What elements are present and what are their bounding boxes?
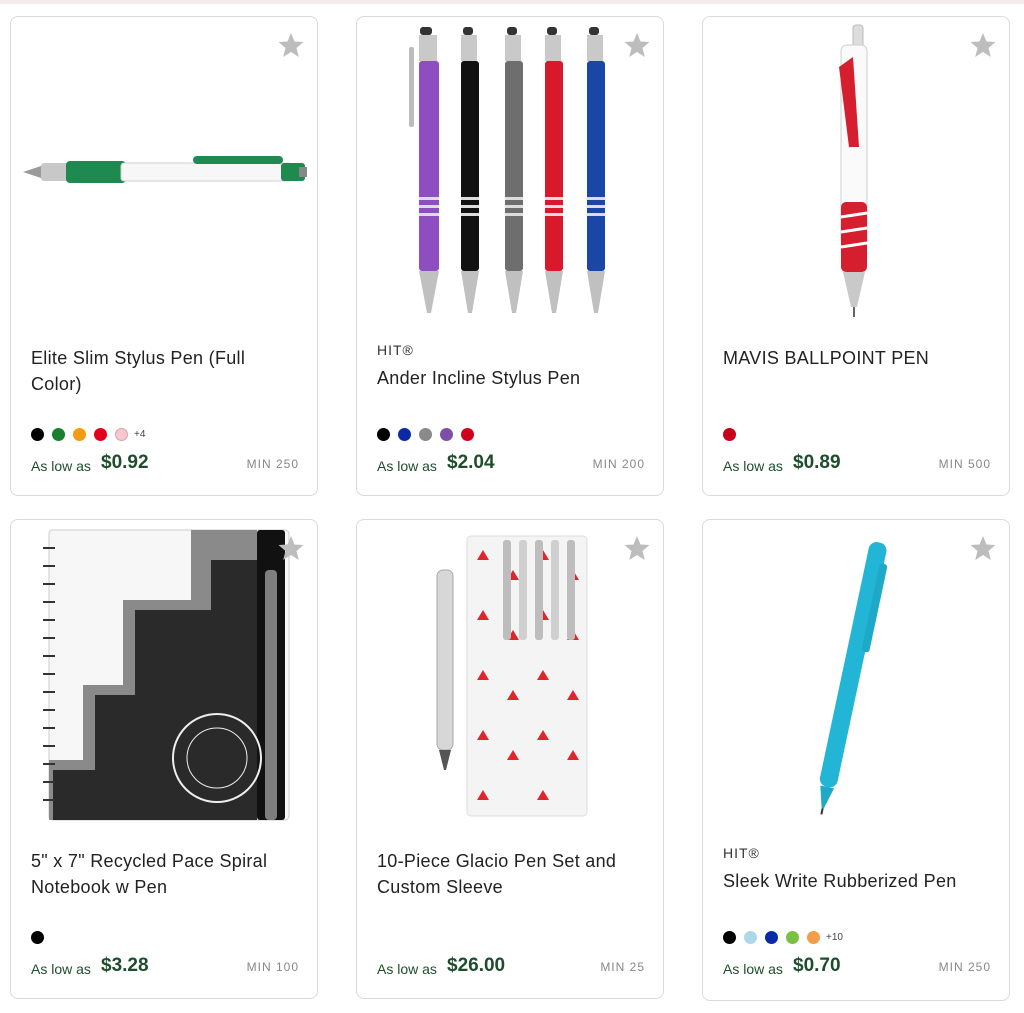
more-colors-count[interactable]: +10 bbox=[826, 932, 843, 943]
color-swatches: +4 bbox=[31, 426, 145, 442]
min-quantity: MIN 500 bbox=[938, 457, 991, 471]
as-low-as-label: As low as bbox=[31, 961, 91, 977]
price: $3.28 bbox=[101, 955, 149, 976]
color-swatch[interactable] bbox=[31, 930, 44, 944]
min-quantity: MIN 25 bbox=[600, 960, 645, 974]
as-low-as-label: As low as bbox=[723, 961, 783, 977]
pen-white-red-image[interactable] bbox=[703, 17, 1009, 327]
color-swatch[interactable] bbox=[807, 930, 820, 944]
min-quantity: MIN 200 bbox=[592, 457, 645, 471]
pen-teal-image[interactable] bbox=[703, 520, 1009, 830]
price-row: As low as $26.00 MIN 25 bbox=[377, 955, 645, 979]
product-card[interactable]: HIT® Sleek Write Rubberized Pen +10 As l… bbox=[702, 519, 1010, 1001]
color-swatch[interactable] bbox=[398, 427, 411, 441]
color-swatch[interactable] bbox=[73, 427, 86, 441]
as-low-as-label: As low as bbox=[723, 458, 783, 474]
as-low-as-label: As low as bbox=[31, 458, 91, 474]
star-icon[interactable] bbox=[623, 31, 651, 59]
color-swatch[interactable] bbox=[744, 930, 757, 944]
color-swatches: +10 bbox=[723, 929, 843, 945]
star-icon[interactable] bbox=[277, 534, 305, 562]
as-low-as-label: As low as bbox=[377, 458, 437, 474]
product-name[interactable]: Sleek Write Rubberized Pen bbox=[723, 868, 988, 894]
as-low-as-label: As low as bbox=[377, 961, 437, 977]
more-colors-count[interactable]: +4 bbox=[134, 429, 145, 440]
color-swatches bbox=[31, 929, 52, 945]
product-name[interactable]: 10-Piece Glacio Pen Set and Custom Sleev… bbox=[377, 848, 642, 900]
price: $26.00 bbox=[447, 955, 506, 976]
product-card[interactable]: 5" x 7" Recycled Pace Spiral Notebook w … bbox=[10, 519, 318, 999]
price: $0.89 bbox=[793, 452, 841, 473]
price-row: As low as $0.70 MIN 250 bbox=[723, 955, 991, 979]
color-swatch[interactable] bbox=[52, 427, 65, 441]
color-swatch[interactable] bbox=[723, 427, 736, 441]
min-quantity: MIN 250 bbox=[246, 457, 299, 471]
brand-label: HIT® bbox=[377, 342, 414, 358]
color-swatch[interactable] bbox=[461, 427, 474, 441]
brand-label: HIT® bbox=[723, 845, 760, 861]
star-icon[interactable] bbox=[969, 534, 997, 562]
product-name[interactable]: Elite Slim Stylus Pen (Full Color) bbox=[31, 345, 296, 397]
spiral-notebook-image[interactable] bbox=[11, 520, 317, 830]
price-row: As low as $0.89 MIN 500 bbox=[723, 452, 991, 476]
star-icon[interactable] bbox=[277, 31, 305, 59]
color-swatches bbox=[723, 426, 744, 442]
color-swatch[interactable] bbox=[115, 427, 128, 441]
star-icon[interactable] bbox=[623, 534, 651, 562]
top-strip bbox=[0, 0, 1024, 4]
pens-five-colors-image[interactable] bbox=[357, 17, 663, 327]
price: $0.70 bbox=[793, 955, 841, 976]
color-swatch[interactable] bbox=[786, 930, 799, 944]
product-name[interactable]: MAVIS BALLPOINT PEN bbox=[723, 345, 988, 371]
product-name[interactable]: Ander Incline Stylus Pen bbox=[377, 365, 642, 391]
price-row: As low as $2.04 MIN 200 bbox=[377, 452, 645, 476]
pen-set-sleeve-image[interactable] bbox=[357, 520, 663, 830]
min-quantity: MIN 100 bbox=[246, 960, 299, 974]
price-row: As low as $3.28 MIN 100 bbox=[31, 955, 299, 979]
min-quantity: MIN 250 bbox=[938, 960, 991, 974]
pen-white-green-image[interactable] bbox=[11, 17, 317, 327]
price: $0.92 bbox=[101, 452, 149, 473]
color-swatch[interactable] bbox=[440, 427, 453, 441]
star-icon[interactable] bbox=[969, 31, 997, 59]
color-swatch[interactable] bbox=[94, 427, 107, 441]
color-swatch[interactable] bbox=[377, 427, 390, 441]
color-swatch[interactable] bbox=[765, 930, 778, 944]
product-card[interactable]: MAVIS BALLPOINT PEN As low as $0.89 MIN … bbox=[702, 16, 1010, 496]
product-name[interactable]: 5" x 7" Recycled Pace Spiral Notebook w … bbox=[31, 848, 296, 900]
color-swatches bbox=[377, 426, 482, 442]
product-card[interactable]: HIT® Ander Incline Stylus Pen As low as … bbox=[356, 16, 664, 496]
color-swatch[interactable] bbox=[31, 427, 44, 441]
color-swatch[interactable] bbox=[723, 930, 736, 944]
price-row: As low as $0.92 MIN 250 bbox=[31, 452, 299, 476]
product-card[interactable]: Elite Slim Stylus Pen (Full Color) +4 As… bbox=[10, 16, 318, 496]
product-card[interactable]: 10-Piece Glacio Pen Set and Custom Sleev… bbox=[356, 519, 664, 999]
color-swatch[interactable] bbox=[419, 427, 432, 441]
price: $2.04 bbox=[447, 452, 495, 473]
